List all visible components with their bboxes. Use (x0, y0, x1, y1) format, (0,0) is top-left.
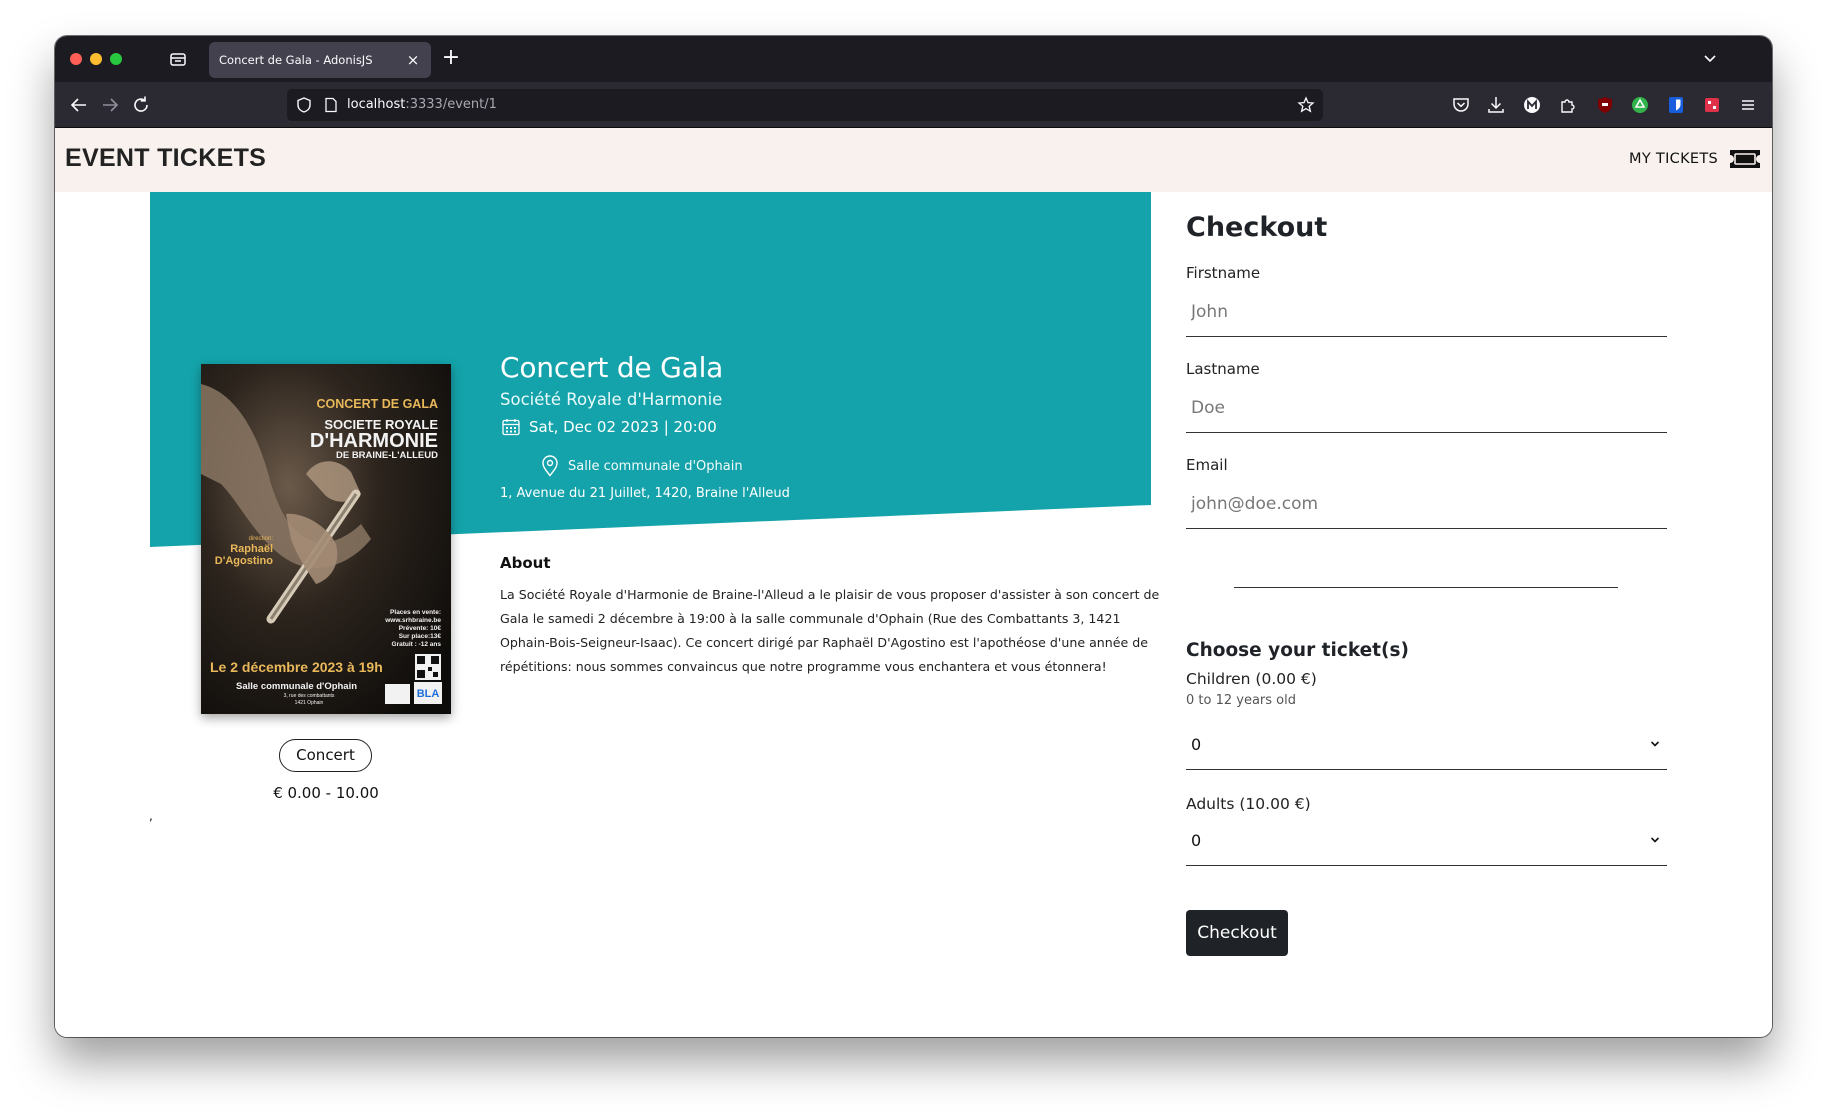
email-label: Email (1186, 456, 1228, 474)
shield-icon[interactable] (295, 96, 313, 114)
poster-sale-5: Gratuit : -12 ans (392, 641, 442, 648)
checkout-title: Checkout (1186, 212, 1328, 243)
about-heading: About (500, 554, 551, 572)
bookmark-star-icon[interactable] (1297, 96, 1315, 114)
bla-logo-text: BLA (417, 688, 440, 700)
poster-direction-label: direction: (249, 536, 274, 542)
poster-director-first: Raphaël (230, 543, 273, 555)
url-path: :3333/event/1 (405, 97, 497, 112)
poster-director-last: D'Agostino (215, 555, 273, 567)
ticket-icon[interactable] (1728, 148, 1762, 170)
back-icon[interactable] (67, 93, 91, 117)
tab-list-icon[interactable] (169, 50, 187, 68)
close-window-button[interactable] (70, 53, 82, 65)
adults-quantity-select[interactable]: 0 (1186, 816, 1667, 866)
page-icon (325, 97, 337, 113)
quantity-value: 0 (1191, 831, 1202, 850)
extensions-icon[interactable] (1557, 94, 1579, 116)
ticket-type-name: Adults (10.00 €) (1186, 795, 1311, 813)
url-text[interactable]: localhost:3333/event/1 (347, 97, 497, 112)
lastname-input[interactable] (1186, 383, 1667, 433)
tab-close-icon[interactable]: × (403, 50, 423, 70)
stray-comma-text: , (149, 809, 153, 823)
my-tickets-link[interactable]: MY TICKETS (1629, 151, 1718, 167)
firstname-label: Firstname (1186, 264, 1261, 282)
navigation-bar: localhost:3333/event/1 (55, 82, 1772, 128)
poster-venue-street: 3, rue des combattants (284, 693, 335, 699)
poster-venue-line: Salle communale d'Ophain (236, 681, 357, 692)
poster-venue-city: 1421 Ophain (295, 700, 324, 706)
poster-sale-4: Sur place:13€ (399, 633, 442, 640)
qr-code-icon (415, 654, 441, 680)
poster-heading: CONCERT DE GALA (316, 397, 438, 411)
calendar-icon (502, 419, 520, 436)
lastname-label: Lastname (1186, 360, 1260, 378)
checkout-button[interactable]: Checkout (1186, 910, 1288, 956)
event-address: 1, Avenue du 21 Juillet, 1420, Braine l'… (500, 486, 790, 501)
site-header: EVENT TICKETS MY TICKETS (55, 128, 1772, 192)
location-pin-icon (542, 455, 558, 477)
price-range: € 0.00 - 10.00 (273, 784, 379, 802)
event-organizer: Société Royale d'Harmonie (500, 390, 723, 409)
category-badge[interactable]: Concert (279, 739, 372, 772)
pocket-icon[interactable] (1450, 94, 1472, 116)
bitwarden-icon[interactable] (1665, 94, 1687, 116)
ublock-icon[interactable] (1594, 94, 1616, 116)
event-title: Concert de Gala (500, 351, 724, 384)
event-date: Sat, Dec 02 2023 | 20:00 (529, 418, 717, 436)
poster-sale-3: Prévente: 10€ (399, 625, 442, 632)
browser-window: Concert de Gala - AdonisJS × + localhost… (55, 36, 1772, 1037)
poster-sale-1: Places en vente: (390, 609, 441, 616)
firstname-input[interactable] (1186, 287, 1667, 337)
tickets-heading: Choose your ticket(s) (1186, 640, 1409, 661)
quantity-value: 0 (1191, 735, 1202, 754)
forward-icon[interactable] (98, 93, 122, 117)
red-extension-icon[interactable] (1701, 94, 1723, 116)
account-icon[interactable] (1521, 94, 1543, 116)
web-page: EVENT TICKETS MY TICKETS CONCERT DE GALA… (55, 128, 1772, 1037)
tab-active[interactable]: Concert de Gala - AdonisJS × (209, 42, 431, 78)
site-logo-text[interactable]: EVENT TICKETS (65, 144, 266, 173)
minimize-window-button[interactable] (90, 53, 102, 65)
tab-bar: Concert de Gala - AdonisJS × + (55, 36, 1772, 82)
event-poster-image[interactable]: CONCERT DE GALA SOCIETE ROYALE D'HARMONI… (201, 364, 451, 714)
address-bar[interactable]: localhost:3333/event/1 (287, 89, 1323, 121)
email-input[interactable] (1186, 479, 1667, 529)
ticket-type-name: Children (0.00 €) (1186, 670, 1317, 688)
new-tab-button[interactable]: + (440, 47, 462, 70)
sponsor-logo-icon (385, 684, 410, 704)
recycle-extension-icon[interactable] (1629, 94, 1651, 116)
chevron-down-icon (1650, 837, 1660, 843)
event-venue: Salle communale d'Ophain (568, 459, 743, 474)
maximize-window-button[interactable] (110, 53, 122, 65)
poster-date-line: Le 2 décembre 2023 à 19h (210, 659, 383, 675)
reload-icon[interactable] (129, 93, 153, 117)
chevron-down-icon[interactable] (1700, 49, 1720, 69)
tab-title: Concert de Gala - AdonisJS (219, 53, 373, 67)
poster-line2: D'HARMONIE (310, 430, 438, 452)
url-host: localhost (347, 97, 406, 112)
hamburger-menu-icon[interactable] (1737, 94, 1759, 116)
children-quantity-select[interactable]: 0 (1186, 720, 1667, 770)
chevron-down-icon (1650, 741, 1660, 747)
ticket-type-description: 0 to 12 years old (1186, 693, 1296, 708)
poster-sale-2: www.srhbraine.be (384, 617, 441, 624)
download-icon[interactable] (1485, 94, 1507, 116)
about-text: La Société Royale d'Harmonie de Braine-l… (500, 587, 1160, 674)
divider (1234, 587, 1618, 588)
poster-line3: DE BRAINE-L'ALLEUD (336, 450, 438, 461)
